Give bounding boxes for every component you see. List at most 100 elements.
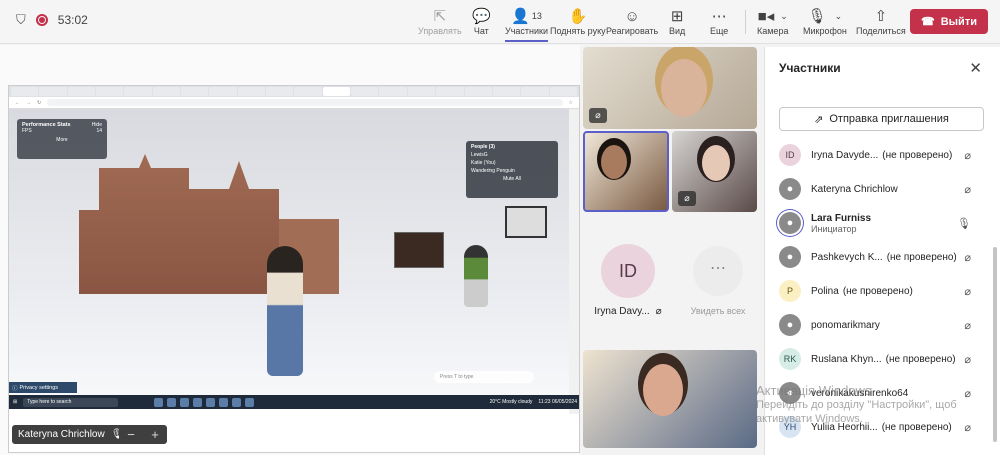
participant-row[interactable]: RK Ruslana Khyn... (не проверено) ⌀ [765, 342, 989, 376]
avatar-tile[interactable]: ID Iryna Davy... ⌀ [583, 230, 673, 330]
share-control-label: Управлять [418, 26, 462, 36]
taskbar-search: Type here to search [23, 397, 119, 407]
share-tray-icon: ⇧ [874, 8, 888, 25]
react-label: Реагировать [606, 26, 659, 36]
avatar: ID [601, 244, 655, 298]
user-avatar-model [267, 246, 303, 376]
participants-button[interactable]: 👤 13 Участники [505, 6, 548, 42]
presenter-name-chip: Kateryna Chrichlow 🎙 [12, 425, 130, 444]
send-invite-button[interactable]: ⇗ Отправка приглашения [779, 107, 984, 131]
privacy-label: Privacy settings [19, 384, 59, 391]
toolbar-divider [745, 10, 746, 34]
chat-button[interactable]: 💬 Чат [472, 6, 491, 36]
participant-row[interactable]: ● Pashkevych K... (не проверено) ⌀ [765, 240, 989, 274]
privacy-settings: ⓘ Privacy settings [9, 382, 77, 393]
mic-off-icon: ⌀ [964, 353, 971, 366]
other-avatar-model [464, 245, 488, 307]
mic-off-icon: ⌀ [964, 421, 971, 434]
mic-off-icon: ⌀ [678, 191, 696, 206]
participant-video [661, 59, 707, 117]
participant-role: Инициатор [811, 223, 857, 234]
mic-off-icon: 🎙 ⌄ [807, 8, 843, 25]
participant-status: (не проверено) [886, 251, 957, 263]
people-item: Katie (You) [471, 160, 496, 166]
microphone-button[interactable]: 🎙 ⌄ Микрофон [803, 6, 847, 36]
recording-icon [35, 14, 48, 26]
watermark-title: Активація Windows [756, 383, 872, 398]
grid-icon: ⊞ [670, 8, 684, 25]
mic-icon: 🎙 [957, 217, 971, 230]
see-all-button[interactable]: ⋯ Увидеть всех [676, 230, 760, 330]
people-panel: People (3) LewisG Katie (You) Wandering … [466, 141, 558, 198]
share-screen-button[interactable]: ⇧ Поделиться [856, 6, 906, 36]
participant-video [702, 145, 730, 181]
perf-fps-value: 14 [96, 128, 102, 134]
camera-button[interactable]: ■◂ ⌄ Камера [757, 6, 788, 36]
share-control-button[interactable]: ⇱ Управлять [418, 6, 462, 36]
more-icon: ⋯ [693, 246, 743, 296]
people-item: LewisG [471, 152, 488, 158]
windows-taskbar: ⊞ Type here to search 20°C Mostly cloudy… [9, 395, 579, 409]
more-button[interactable]: ⋯ Еще [710, 6, 728, 36]
view-button[interactable]: ⊞ Вид [669, 6, 685, 36]
meeting-toolbar: ⛉ 53:02 ⇱ Управлять 💬 Чат 👤 13 Участники … [0, 0, 1000, 44]
participant-name: Lara Furniss Инициатор [811, 213, 871, 234]
video-tile-participant[interactable]: ⌀ [583, 47, 757, 129]
performance-stats-panel: Performance Stats Hide FPS 14 More [17, 119, 107, 159]
browser-address-bar: ← → ↻ ☆ [9, 97, 579, 109]
leave-button[interactable]: ☎ Выйти [910, 9, 988, 34]
taskbar-weather: 20°C Mostly cloudy [489, 399, 533, 405]
building-model [79, 154, 279, 294]
participant-row[interactable]: ● Lara Furniss Инициатор 🎙 [765, 206, 989, 240]
phone-hangup-icon: ☎ [921, 16, 935, 28]
participant-row[interactable]: P Polina (не проверено) ⌀ [765, 274, 989, 308]
people-icon: 👤 13 [511, 8, 542, 25]
mic-off-icon: ⌀ [964, 387, 971, 400]
participant-avatar: ● [779, 246, 801, 268]
video-tile-participant[interactable]: ⌀ [672, 131, 757, 212]
react-button[interactable]: ☺ Реагировать [606, 6, 659, 37]
participant-name: Polina (не проверено) [811, 286, 913, 297]
leave-label: Выйти [940, 15, 977, 28]
mute-all: Mute All [503, 176, 521, 182]
info-icon: ⓘ [12, 385, 18, 392]
chevron-down-icon: ⌄ [834, 10, 843, 21]
scrollbar[interactable] [993, 247, 997, 442]
taskbar-time: 11:23 [538, 399, 551, 405]
participant-name: Kateryna Chrichlow [811, 184, 898, 195]
hand-icon: ✋ [568, 8, 588, 25]
watermark-line: активувати Windows. [756, 413, 863, 425]
participant-status: (не проверено) [882, 149, 953, 161]
participant-row[interactable]: ID Iryna Davyde... (не проверено) ⌀ [765, 138, 989, 172]
watermark-line: Перейдіть до розділу "Настройки", щоб [756, 399, 957, 411]
perf-fps-label: FPS [22, 128, 32, 134]
participant-avatar: ID [779, 144, 801, 166]
avatar-tile-label: Iryna Davy... [594, 306, 650, 317]
zoom-out-button[interactable]: − [127, 427, 135, 442]
video-tile-active-speaker[interactable] [583, 131, 669, 212]
send-invite-label: Отправка приглашения [829, 113, 949, 125]
camera-label: Камера [757, 26, 789, 36]
participant-video [601, 145, 627, 179]
panel-title: Участники [779, 61, 841, 75]
people-title: People (3) [471, 144, 495, 150]
video-tile-participant[interactable] [583, 350, 757, 448]
participant-avatar: ● [779, 314, 801, 336]
mic-off-icon: ⌀ [964, 251, 971, 264]
participant-row[interactable]: ● Kateryna Chrichlow ⌀ [765, 172, 989, 206]
raise-hand-button[interactable]: ✋ Поднять руку [550, 6, 606, 36]
participant-video [643, 364, 683, 416]
taskbar-apps [154, 397, 255, 407]
participant-row[interactable]: ● ponomarikmary ⌀ [765, 308, 989, 342]
participant-name-text: ponomarikmary [811, 319, 880, 331]
zoom-in-button[interactable]: + [151, 427, 159, 442]
more-label: Еще [710, 26, 729, 36]
virtual-3d-scene: Performance Stats Hide FPS 14 More Peopl… [9, 109, 569, 395]
browser-side-toolbar [569, 109, 579, 414]
taskbar-clock: 11:23 06/05/2024 [538, 399, 577, 405]
view-label: Вид [669, 26, 686, 36]
close-icon[interactable]: ✕ [969, 59, 982, 77]
avatar-tile-name: Iryna Davy... ⌀ [583, 306, 673, 317]
mic-off-icon: ⌀ [964, 149, 971, 162]
zoom-controls: − + [119, 425, 167, 444]
